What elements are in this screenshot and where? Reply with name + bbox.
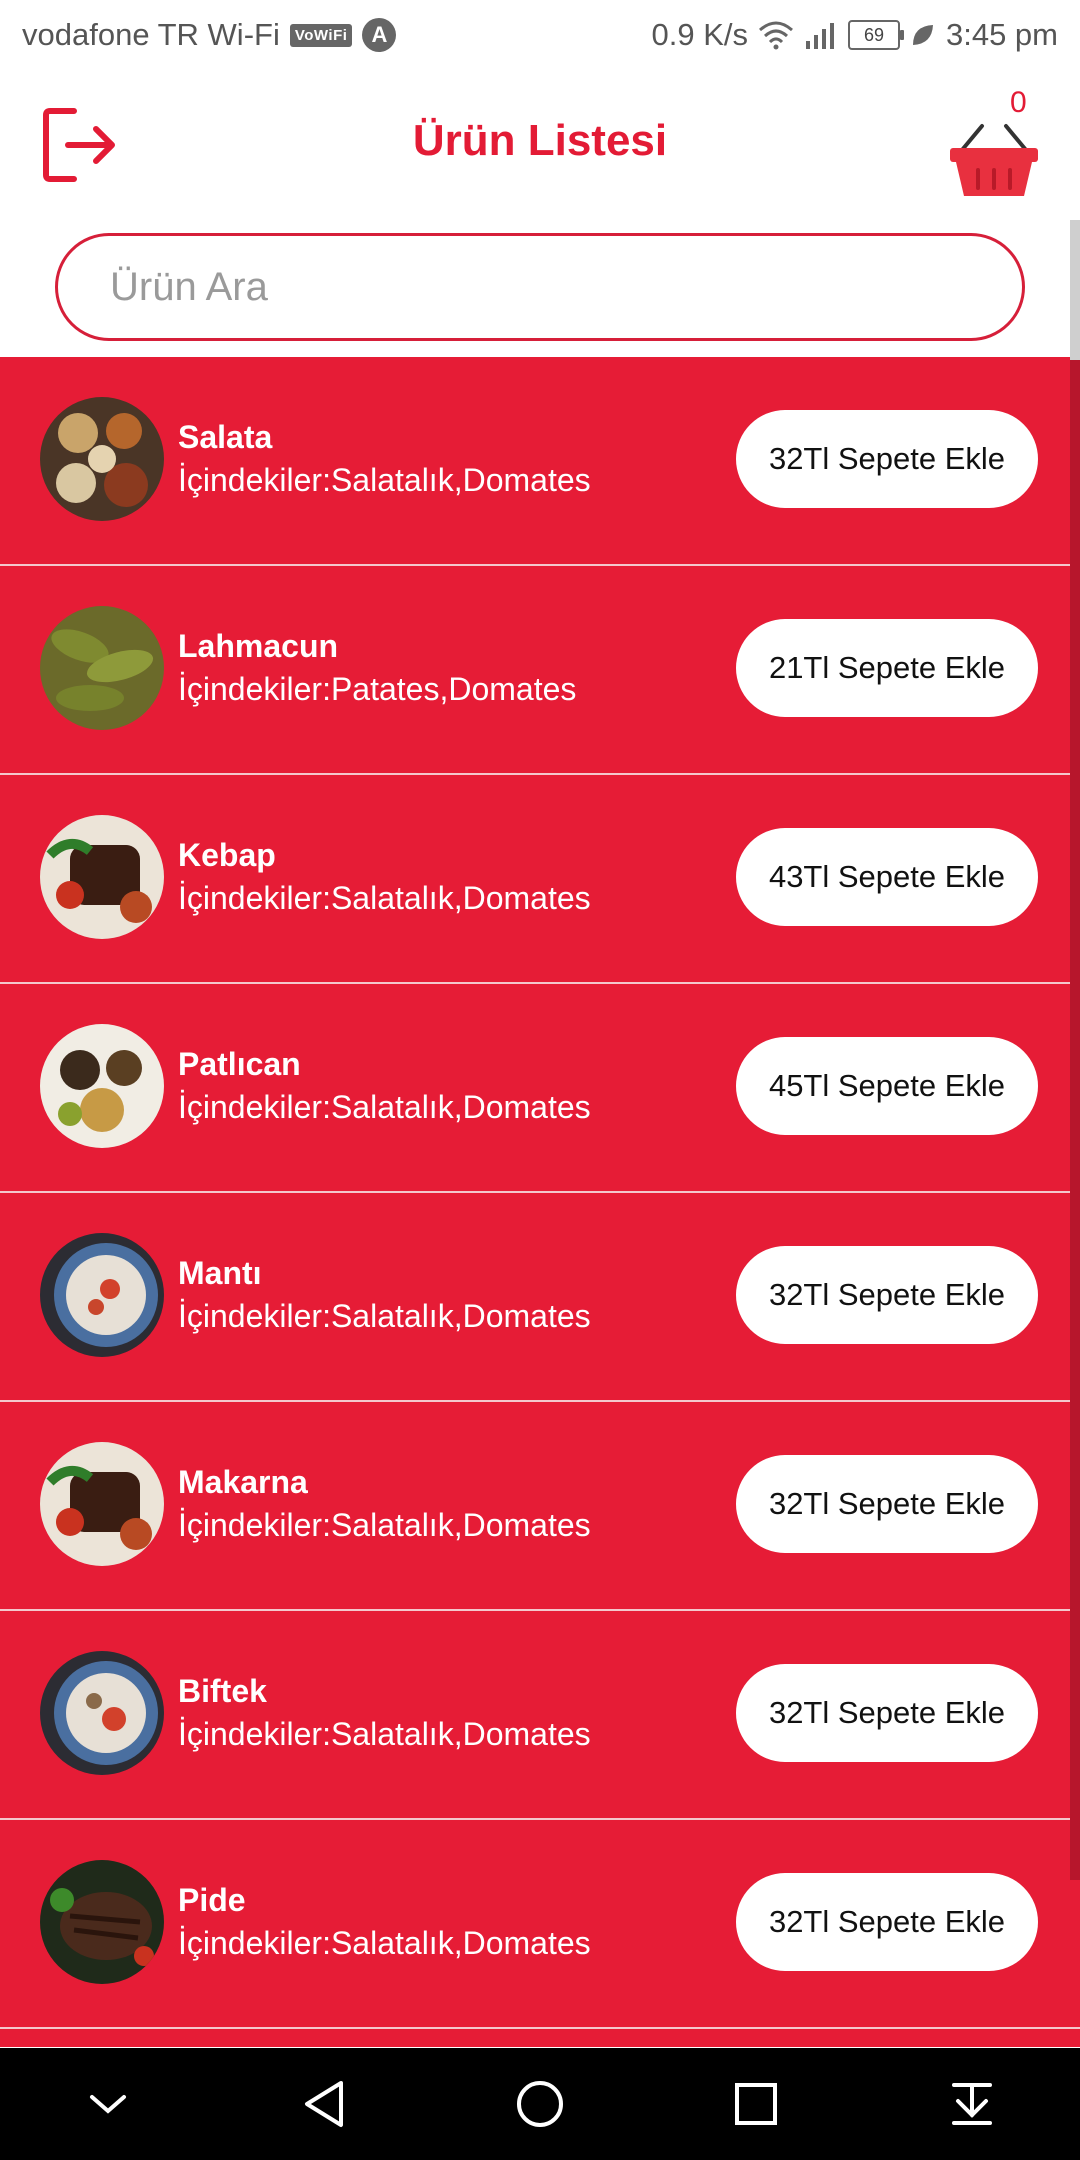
nav-notification-button[interactable] bbox=[942, 2074, 1002, 2134]
add-to-cart-button[interactable]: 32Tl Sepete Ekle bbox=[736, 1246, 1038, 1344]
search-input[interactable] bbox=[58, 236, 1022, 338]
nav-recents-button[interactable] bbox=[726, 2074, 786, 2134]
product-name: Biftek bbox=[178, 1673, 267, 1709]
product-name: Pide bbox=[178, 1882, 246, 1918]
list-item: Salata İçindekiler:Salatalık,Domates 32T… bbox=[0, 357, 1080, 566]
product-name: Patlıcan bbox=[178, 1046, 301, 1082]
cart-button[interactable] bbox=[948, 120, 1040, 200]
nav-home-button[interactable] bbox=[510, 2074, 570, 2134]
product-ingredients: İçindekiler:Salatalık,Domates bbox=[178, 1716, 591, 1752]
nav-collapse-button[interactable] bbox=[78, 2074, 138, 2134]
scrollbar-track[interactable] bbox=[1070, 220, 1080, 1880]
product-ingredients: İçindekiler:Salatalık,Domates bbox=[178, 1925, 591, 1961]
product-ingredients: İçindekiler:Salatalık,Domates bbox=[178, 462, 591, 498]
carrier-text: vodafone TR Wi-Fi bbox=[22, 17, 280, 52]
status-bar: vodafone TR Wi-Fi VoWiFi A 0.9 K/s 69 3:… bbox=[0, 0, 1080, 70]
product-image bbox=[40, 1233, 164, 1357]
product-image bbox=[40, 1024, 164, 1148]
add-to-cart-button[interactable]: 21Tl Sepete Ekle bbox=[736, 619, 1038, 717]
add-to-cart-button[interactable]: 32Tl Sepete Ekle bbox=[736, 410, 1038, 508]
add-to-cart-button[interactable]: 32Tl Sepete Ekle bbox=[736, 1873, 1038, 1971]
product-ingredients: İçindekiler:Patates,Domates bbox=[178, 671, 577, 707]
scrollbar-thumb[interactable] bbox=[1070, 220, 1080, 360]
nav-back-button[interactable] bbox=[294, 2074, 354, 2134]
status-left: vodafone TR Wi-Fi VoWiFi A bbox=[22, 17, 397, 53]
back-icon bbox=[305, 2081, 343, 2127]
battery-icon: 69 bbox=[847, 20, 904, 50]
product-name: Salata bbox=[178, 419, 273, 455]
vowifi-badge: VoWiFi bbox=[289, 23, 353, 47]
product-name: Mantı bbox=[178, 1255, 262, 1291]
product-ingredients: İçindekiler:Salatalık,Domates bbox=[178, 1298, 591, 1334]
app-notification-icon: A bbox=[362, 18, 397, 52]
product-name: Kebap bbox=[178, 837, 276, 873]
add-to-cart-button[interactable]: 45Tl Sepete Ekle bbox=[736, 1037, 1038, 1135]
chevron-down-icon bbox=[90, 2095, 126, 2114]
product-image bbox=[40, 1651, 164, 1775]
list-item: Pide İçindekiler:Salatalık,Domates 32Tl … bbox=[0, 1820, 1080, 2029]
cart-count-badge: 0 bbox=[1010, 86, 1027, 119]
home-icon bbox=[517, 2081, 563, 2127]
list-item: Biftek İçindekiler:Salatalık,Domates 32T… bbox=[0, 1611, 1080, 1820]
product-image bbox=[40, 397, 164, 521]
product-ingredients: İçindekiler:Salatalık,Domates bbox=[178, 1507, 591, 1543]
recents-icon bbox=[735, 2083, 777, 2125]
list-item: Mantı İçindekiler:Salatalık,Domates 32Tl… bbox=[0, 1193, 1080, 1402]
status-right: 0.9 K/s 69 3:45 pm bbox=[651, 17, 1058, 53]
leaf-icon bbox=[912, 25, 933, 45]
product-ingredients: İçindekiler:Salatalık,Domates bbox=[178, 880, 591, 916]
wifi-icon bbox=[758, 21, 793, 50]
list-item: Kebap İçindekiler:Salatalık,Domates 43Tl… bbox=[0, 775, 1080, 984]
app-header: Ürün Listesi 0 bbox=[0, 70, 1080, 220]
product-name: Makarna bbox=[178, 1464, 308, 1500]
product-image bbox=[40, 606, 164, 730]
product-image bbox=[40, 815, 164, 939]
system-nav-bar bbox=[0, 2048, 1080, 2160]
signal-icon bbox=[805, 23, 834, 49]
basket-icon bbox=[950, 124, 1038, 196]
network-speed: 0.9 K/s bbox=[651, 17, 748, 52]
page-title: Ürün Listesi bbox=[412, 116, 668, 165]
list-item: Patlıcan İçindekiler:Salatalık,Domates 4… bbox=[0, 984, 1080, 1193]
add-to-cart-button[interactable]: 32Tl Sepete Ekle bbox=[736, 1455, 1038, 1553]
product-image bbox=[40, 1860, 164, 1984]
search-box bbox=[55, 233, 1025, 341]
download-icon bbox=[952, 2083, 992, 2125]
product-image bbox=[40, 1442, 164, 1566]
add-to-cart-button[interactable]: 43Tl Sepete Ekle bbox=[736, 828, 1038, 926]
product-name: Lahmacun bbox=[178, 628, 339, 664]
product-ingredients: İçindekiler:Salatalık,Domates bbox=[178, 1089, 591, 1125]
add-to-cart-button[interactable]: 32Tl Sepete Ekle bbox=[736, 1664, 1038, 1762]
clock: 3:45 pm bbox=[945, 17, 1058, 52]
list-item: Lahmacun İçindekiler:Patates,Domates 21T… bbox=[0, 566, 1080, 775]
product-list: Salata İçindekiler:Salatalık,Domates 32T… bbox=[0, 357, 1080, 2047]
list-item: Makarna İçindekiler:Salatalık,Domates 32… bbox=[0, 1402, 1080, 1611]
